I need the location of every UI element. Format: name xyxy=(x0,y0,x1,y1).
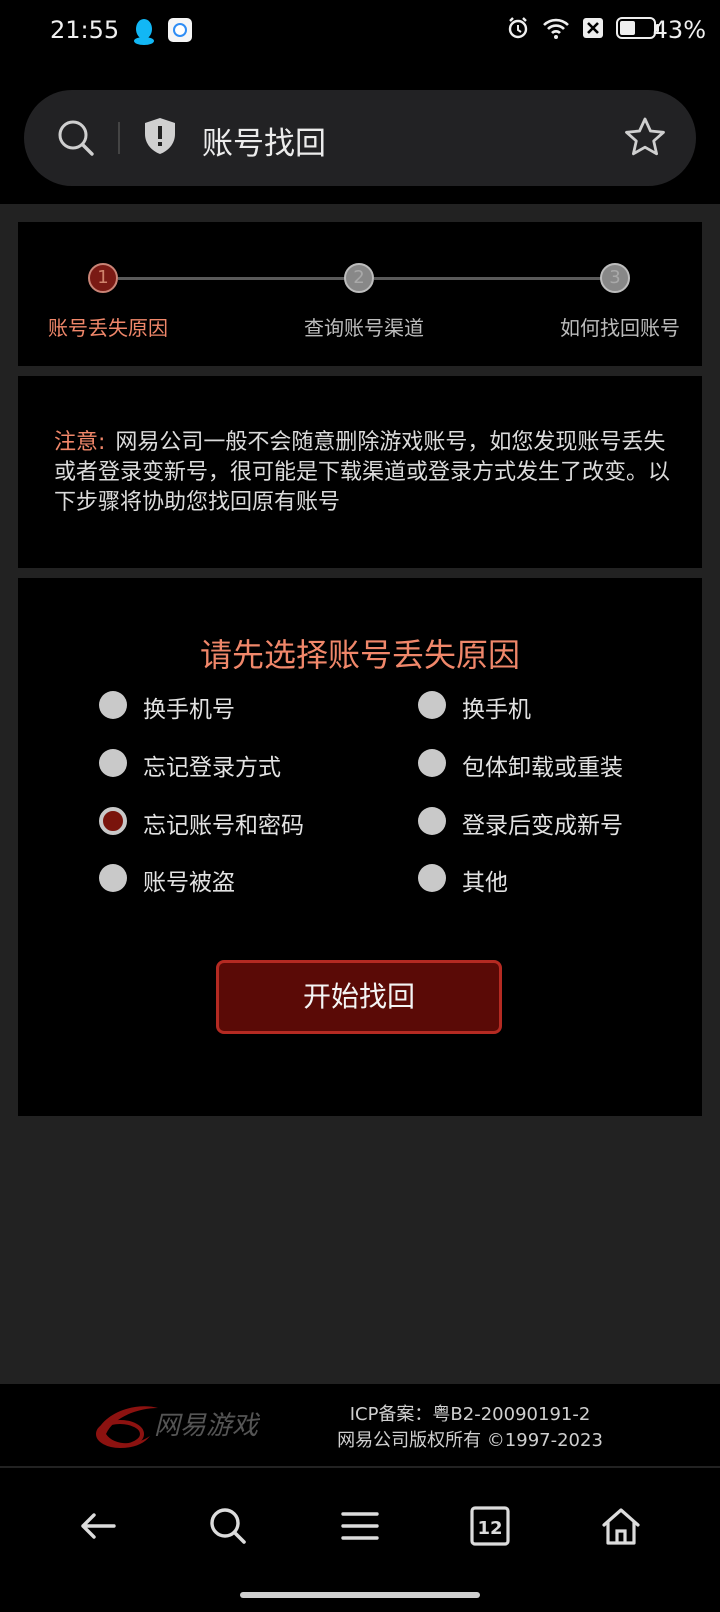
netease-games-logo: 网易游戏 xyxy=(96,1406,260,1448)
step-dot-2: 2 xyxy=(344,263,374,293)
option-label[interactable]: 换手机号 xyxy=(143,690,235,724)
alarm-icon xyxy=(508,17,528,39)
wifi-icon xyxy=(543,18,569,39)
radio-change-phone-number[interactable] xyxy=(99,691,127,719)
radio-new-account-after-login[interactable] xyxy=(418,807,446,835)
start-recovery-button[interactable]: 开始找回 xyxy=(216,960,502,1034)
step-dot-3: 3 xyxy=(600,263,630,293)
option-label[interactable]: 登录后变成新号 xyxy=(462,806,623,840)
radio-reinstall[interactable] xyxy=(418,749,446,777)
address-divider xyxy=(118,122,120,154)
step-label-3: 如何找回账号 xyxy=(560,316,680,340)
step-connector-2 xyxy=(374,277,602,280)
radio-change-phone[interactable] xyxy=(418,691,446,719)
footer-text: ICP备案：粤B2-20090191-2 网易公司版权所有 ©1997-2023 xyxy=(320,1402,620,1454)
option-label[interactable]: 账号被盗 xyxy=(143,863,235,897)
app-notification-icon xyxy=(168,18,192,42)
search-icon[interactable] xyxy=(56,118,96,158)
bookmark-star-icon[interactable] xyxy=(624,116,666,158)
qq-notification-icon xyxy=(134,19,154,45)
reason-title: 请先选择账号丢失原因 xyxy=(199,636,520,674)
option-label[interactable]: 忘记登录方式 xyxy=(143,748,281,782)
home-indicator[interactable] xyxy=(240,1592,480,1598)
notice-tag: 注意: xyxy=(54,430,106,455)
option-label[interactable]: 忘记账号和密码 xyxy=(143,806,304,840)
address-bar[interactable] xyxy=(24,90,696,186)
radio-account-stolen[interactable] xyxy=(99,864,127,892)
logo-text: 网易游戏 xyxy=(154,1411,260,1441)
menu-icon[interactable] xyxy=(340,1506,380,1546)
step-progress-card xyxy=(18,222,702,366)
home-icon[interactable] xyxy=(600,1506,642,1546)
option-label[interactable]: 其他 xyxy=(462,863,508,897)
status-icons xyxy=(506,16,660,40)
back-arrow-icon[interactable] xyxy=(78,1506,118,1546)
step-dot-1: 1 xyxy=(88,263,118,293)
radio-forgot-account-password[interactable] xyxy=(99,807,127,835)
option-label[interactable]: 换手机 xyxy=(462,690,531,724)
radio-forgot-login-method[interactable] xyxy=(99,749,127,777)
sim-off-icon xyxy=(583,18,603,38)
option-label[interactable]: 包体卸载或重装 xyxy=(462,748,623,782)
step-label-1: 账号丢失原因 xyxy=(48,316,168,340)
notice-body: 网易公司一般不会随意删除游戏账号，如您发现账号丢失或者登录变新号，很可能是下载渠… xyxy=(54,430,671,515)
radio-other[interactable] xyxy=(418,864,446,892)
status-time: 21:55 xyxy=(50,16,120,44)
security-shield-icon[interactable] xyxy=(142,116,178,156)
battery-percent: 43% xyxy=(652,16,706,44)
step-label-2: 查询账号渠道 xyxy=(304,316,424,340)
page-title[interactable]: 账号找回 xyxy=(202,118,326,163)
tabs-icon[interactable]: 12 xyxy=(470,1506,510,1546)
tabs-count: 12 xyxy=(477,1518,502,1539)
step-connector-1 xyxy=(118,277,346,280)
icp-record: ICP备案：粤B2-20090191-2 xyxy=(349,1404,591,1425)
notice-text: 注意: 网易公司一般不会随意删除游戏账号，如您发现账号丢失或者登录变新号，很可能是… xyxy=(54,428,674,518)
copyright: 网易公司版权所有 ©1997-2023 xyxy=(337,1430,603,1451)
search-icon[interactable] xyxy=(208,1506,248,1546)
